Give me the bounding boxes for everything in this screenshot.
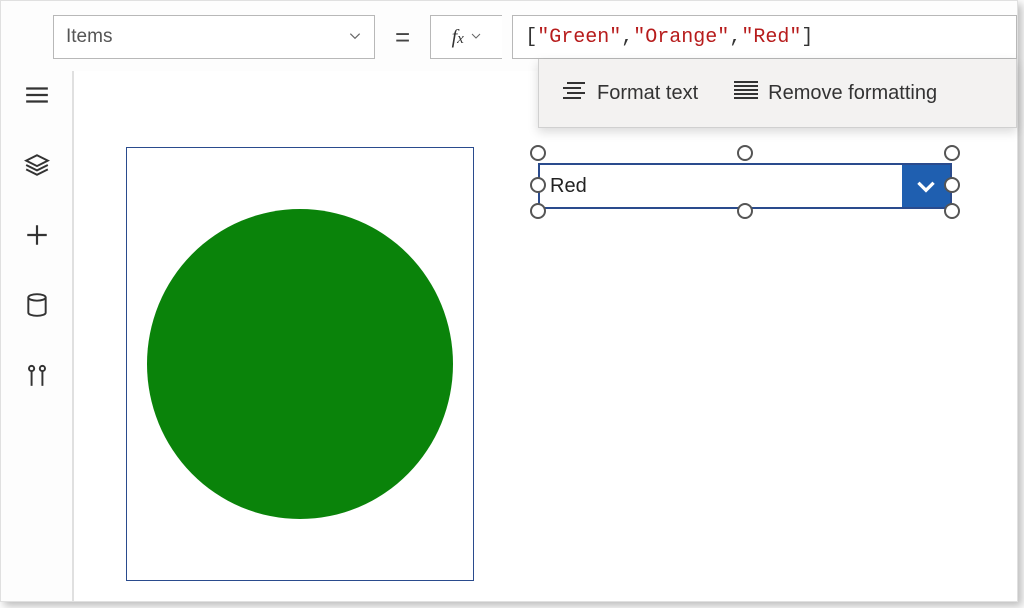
fx-button[interactable]: fx xyxy=(430,15,502,59)
layers-icon[interactable] xyxy=(17,153,57,177)
selection-handle[interactable] xyxy=(737,145,753,161)
dropdown-selected-label: Red xyxy=(540,175,902,198)
canvas[interactable]: Red xyxy=(73,71,1017,601)
formula-str-1: "Orange" xyxy=(633,26,729,49)
dropdown-toggle-button[interactable] xyxy=(902,165,950,207)
fx-icon: fx xyxy=(452,26,464,49)
circle-shape xyxy=(147,209,453,519)
selection-handle[interactable] xyxy=(944,203,960,219)
property-selector[interactable]: Items xyxy=(53,15,375,59)
remove-formatting-label: Remove formatting xyxy=(768,82,937,105)
remove-formatting-button[interactable]: Remove formatting xyxy=(734,79,937,107)
plus-icon[interactable] xyxy=(17,223,57,247)
property-selector-label: Items xyxy=(66,26,112,48)
selection-handle[interactable] xyxy=(737,203,753,219)
tools-icon[interactable] xyxy=(17,363,57,387)
hamburger-icon[interactable] xyxy=(17,83,57,107)
chevron-down-icon xyxy=(913,173,939,199)
selection-handle[interactable] xyxy=(944,145,960,161)
chevron-down-icon xyxy=(470,29,482,45)
selection-handle[interactable] xyxy=(530,177,546,193)
selection-handle[interactable] xyxy=(530,145,546,161)
left-rail xyxy=(1,71,73,601)
selection-handle[interactable] xyxy=(530,203,546,219)
formula-str-2: "Red" xyxy=(741,26,801,49)
chevron-down-icon xyxy=(348,29,362,46)
format-text-icon xyxy=(563,79,587,107)
database-icon[interactable] xyxy=(17,293,57,317)
formula-panel: Format text Remove formatting xyxy=(538,59,1017,128)
selection-handle[interactable] xyxy=(944,177,960,193)
remove-formatting-icon xyxy=(734,79,758,107)
formula-input[interactable]: ["Green","Orange","Red"] xyxy=(512,15,1017,59)
format-text-label: Format text xyxy=(597,82,698,105)
equals-label: = xyxy=(385,22,420,53)
format-text-button[interactable]: Format text xyxy=(563,79,698,107)
circle-control[interactable] xyxy=(126,147,474,581)
formula-bar: Items = fx ["Green","Orange","Red"] xyxy=(53,15,1017,59)
formula-str-0: "Green" xyxy=(537,26,621,49)
